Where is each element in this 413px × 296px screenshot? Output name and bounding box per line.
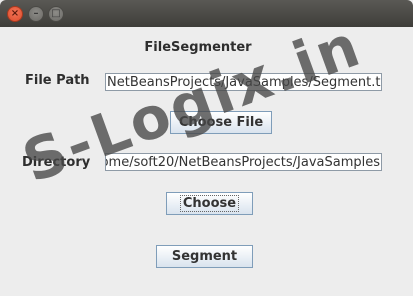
form-panel: FileSegmenter File Path NetBeansProjects… [0,27,413,296]
choose-button[interactable]: Choose [166,192,253,215]
file-path-field[interactable]: NetBeansProjects/JavaSamples/Segment.txt [105,73,382,91]
choose-file-button-label: Choose File [178,115,264,130]
choose-file-button[interactable]: Choose File [170,111,272,134]
directory-label: Directory [22,155,91,170]
maximize-window-button[interactable]: □ [48,6,64,22]
title-bar: × – □ [0,0,413,27]
directory-field-value: home/soft20/NetBeansProjects/JavaSamples [105,155,380,170]
app-window: × – □ FileSegmenter File Path NetBeansPr… [0,0,413,296]
segment-button[interactable]: Segment [156,245,253,268]
segment-button-label: Segment [171,249,238,264]
choose-button-label: Choose [179,195,240,212]
file-path-label: File Path [25,73,90,88]
directory-field[interactable]: home/soft20/NetBeansProjects/JavaSamples [105,153,382,171]
form-title: FileSegmenter [144,40,252,55]
minimize-window-button[interactable]: – [28,6,44,22]
close-window-button[interactable]: × [7,6,23,22]
